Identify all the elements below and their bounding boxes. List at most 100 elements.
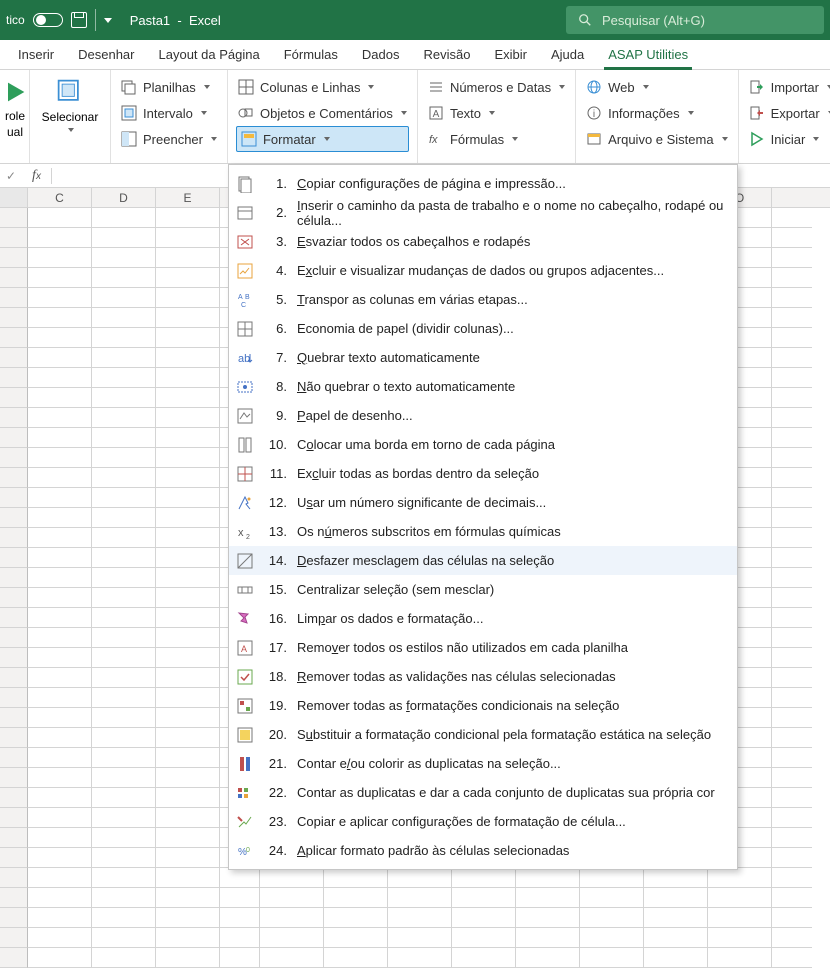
cell[interactable] — [452, 868, 516, 888]
cell[interactable] — [772, 828, 812, 848]
cell[interactable] — [580, 928, 644, 948]
cell[interactable] — [580, 888, 644, 908]
cell[interactable] — [772, 308, 812, 328]
cell[interactable] — [28, 328, 92, 348]
intervalo-button[interactable]: Intervalo — [119, 100, 219, 126]
cell[interactable] — [156, 788, 220, 808]
cell[interactable] — [644, 888, 708, 908]
row-header[interactable] — [0, 728, 28, 748]
menu-item-23[interactable]: 23.Copiar e aplicar configurações de for… — [229, 807, 737, 836]
cell[interactable] — [156, 348, 220, 368]
preencher-button[interactable]: Preencher — [119, 126, 219, 152]
cell[interactable] — [28, 228, 92, 248]
cell[interactable] — [28, 568, 92, 588]
cell[interactable] — [28, 728, 92, 748]
fbar-check-icon[interactable]: ✓ — [0, 169, 22, 183]
cell[interactable] — [772, 948, 812, 968]
cell[interactable] — [156, 908, 220, 928]
cell[interactable] — [452, 888, 516, 908]
grid-row[interactable] — [0, 948, 830, 968]
cell[interactable] — [156, 708, 220, 728]
cell[interactable] — [156, 468, 220, 488]
cell[interactable] — [28, 708, 92, 728]
cell[interactable] — [28, 588, 92, 608]
row-header[interactable] — [0, 948, 28, 968]
cell[interactable] — [772, 428, 812, 448]
formulas-button[interactable]: fxFórmulas — [426, 126, 567, 152]
row-header[interactable] — [0, 468, 28, 488]
cell[interactable] — [772, 868, 812, 888]
row-header[interactable] — [0, 228, 28, 248]
cell[interactable] — [92, 888, 156, 908]
row-header[interactable] — [0, 288, 28, 308]
cell[interactable] — [28, 248, 92, 268]
row-header[interactable] — [0, 708, 28, 728]
cell[interactable] — [92, 728, 156, 748]
cell[interactable] — [92, 848, 156, 868]
cell[interactable] — [772, 488, 812, 508]
tab-revisao[interactable]: Revisão — [411, 41, 482, 69]
menu-item-8[interactable]: 8.Não quebrar o texto automaticamente — [229, 372, 737, 401]
cell[interactable] — [772, 648, 812, 668]
row-header[interactable] — [0, 548, 28, 568]
search-box[interactable]: Pesquisar (Alt+G) — [566, 6, 824, 34]
cell[interactable] — [156, 628, 220, 648]
menu-item-15[interactable]: 15.Centralizar seleção (sem mesclar) — [229, 575, 737, 604]
cell[interactable] — [28, 668, 92, 688]
cell[interactable] — [156, 948, 220, 968]
colunas-linhas-button[interactable]: Colunas e Linhas — [236, 74, 409, 100]
tab-desenhar[interactable]: Desenhar — [66, 41, 146, 69]
cell[interactable] — [580, 908, 644, 928]
row-header[interactable] — [0, 408, 28, 428]
cell[interactable] — [92, 288, 156, 308]
planilhas-button[interactable]: Planilhas — [119, 74, 219, 100]
cell[interactable] — [28, 808, 92, 828]
tab-inserir[interactable]: Inserir — [6, 41, 66, 69]
fx-label[interactable]: fx — [22, 168, 52, 184]
row-header[interactable] — [0, 588, 28, 608]
cell[interactable] — [28, 948, 92, 968]
row-header[interactable] — [0, 828, 28, 848]
cell[interactable] — [220, 908, 260, 928]
cell[interactable] — [156, 268, 220, 288]
cell[interactable] — [388, 888, 452, 908]
cell[interactable] — [92, 448, 156, 468]
objetos-comentarios-button[interactable]: Objetos e Comentários — [236, 100, 409, 126]
cell[interactable] — [772, 348, 812, 368]
menu-item-24[interactable]: %024.Aplicar formato padrão às células s… — [229, 836, 737, 865]
row-header[interactable] — [0, 808, 28, 828]
informacoes-button[interactable]: iInformações — [584, 100, 730, 126]
cell[interactable] — [772, 588, 812, 608]
row-header[interactable] — [0, 668, 28, 688]
cell[interactable] — [28, 528, 92, 548]
cell[interactable] — [92, 508, 156, 528]
cell[interactable] — [92, 648, 156, 668]
cell[interactable] — [260, 868, 324, 888]
cell[interactable] — [156, 248, 220, 268]
cell[interactable] — [156, 288, 220, 308]
cell[interactable] — [324, 888, 388, 908]
cell[interactable] — [92, 408, 156, 428]
cell[interactable] — [92, 308, 156, 328]
cell[interactable] — [388, 948, 452, 968]
cell[interactable] — [156, 608, 220, 628]
cell[interactable] — [156, 748, 220, 768]
cell[interactable] — [28, 628, 92, 648]
cell[interactable] — [92, 828, 156, 848]
row-header[interactable] — [0, 448, 28, 468]
cell[interactable] — [156, 688, 220, 708]
grid-row[interactable] — [0, 888, 830, 908]
col-hidden[interactable] — [772, 188, 812, 207]
cell[interactable] — [220, 888, 260, 908]
col-c[interactable]: C — [28, 188, 92, 207]
cell[interactable] — [92, 748, 156, 768]
menu-item-1[interactable]: 1.Copiar configurações de página e impre… — [229, 169, 737, 198]
cell[interactable] — [92, 708, 156, 728]
cell[interactable] — [772, 848, 812, 868]
cell[interactable] — [772, 748, 812, 768]
menu-item-5[interactable]: ABC5.Transpor as colunas em várias etapa… — [229, 285, 737, 314]
cell[interactable] — [28, 508, 92, 528]
cell[interactable] — [516, 928, 580, 948]
cell[interactable] — [708, 868, 772, 888]
row-header[interactable] — [0, 928, 28, 948]
